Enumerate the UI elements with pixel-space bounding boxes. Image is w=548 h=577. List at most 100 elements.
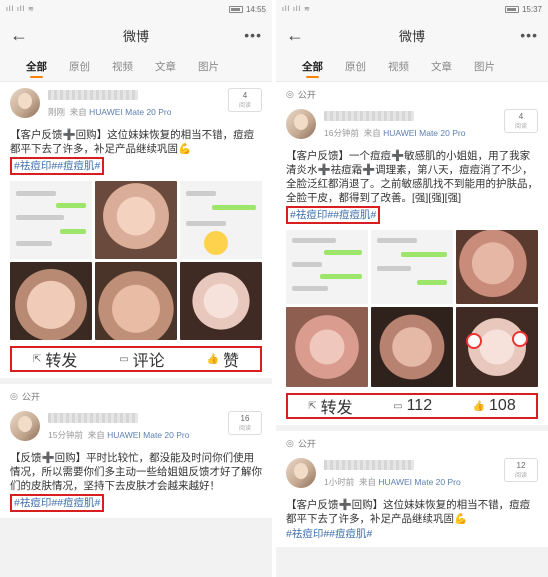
repost-button[interactable]: ⇱ 转发 <box>308 394 352 418</box>
filter-tabs: 全部 原创 视频 文章 图片 <box>276 52 548 82</box>
read-label: 阅读 <box>514 124 527 130</box>
clock: 14:55 <box>245 4 266 14</box>
post-text: 【客户反馈➕回购】这位妹妹恢复的相当不错，痘痘都平下去了许多，补足产品继续巩固💪 <box>286 499 531 525</box>
tab-original[interactable]: 原创 <box>345 52 366 82</box>
source-prefix: 来自 <box>358 477 376 487</box>
hashtag-highlighted[interactable]: #祛痘印##痘痘肌# <box>286 206 381 224</box>
source-device: HUAWEI Mate 20 Pro <box>89 107 172 117</box>
post-time-source: 刚刚 来自 HUAWEI Mate 20 Pro <box>48 106 228 118</box>
read-count-badge: 4 阅读 <box>228 88 262 112</box>
actions-row: ⇱ 转发 ▭ 评论 👍 赞 <box>10 346 262 372</box>
status-bar: ıll ıll ≋ 14:55 <box>0 0 272 18</box>
comment-button[interactable]: ▭ 112 <box>393 397 432 415</box>
tab-all[interactable]: 全部 <box>302 52 323 82</box>
post-text: 【客户反馈】一个痘痘➕敏感肌的小姐姐，用了我家清炎水➕祛痘霜➕调理素，第八天，痘… <box>286 150 538 204</box>
read-label: 阅读 <box>238 103 251 109</box>
globe-icon: ◎ <box>10 391 18 401</box>
post-card: 15分钟前 来自 HUAWEI Mate 20 Pro 16 阅读 【反馈➕回购… <box>0 403 272 518</box>
username-blurred[interactable] <box>48 90 138 100</box>
post-card: 16分钟前 来自 HUAWEI Mate 20 Pro 4 阅读 【客户反馈】一… <box>276 101 548 425</box>
read-count: 16 <box>240 414 250 423</box>
post-header: 16分钟前 来自 HUAWEI Mate 20 Pro 4 阅读 <box>286 109 538 145</box>
read-label: 阅读 <box>238 426 251 432</box>
tab-image[interactable]: 图片 <box>198 52 219 82</box>
tab-all[interactable]: 全部 <box>26 52 47 82</box>
actions-highlight: ⇱ 转发 ▭ 评论 👍 赞 <box>10 346 262 372</box>
back-arrow-icon[interactable]: ← <box>10 25 32 46</box>
hashtag-highlighted[interactable]: #祛痘印##痘痘肌# <box>10 157 105 175</box>
like-button[interactable]: 👍 赞 <box>207 347 239 371</box>
username-blurred[interactable] <box>48 413 138 423</box>
globe-icon: ◎ <box>286 89 294 99</box>
more-icon[interactable]: ••• <box>240 27 262 43</box>
comment-icon: ▭ <box>393 400 403 412</box>
post-card: 1小时前 来自 HUAWEI Mate 20 Pro 12 阅读 【客户反馈➕回… <box>276 450 548 547</box>
face-photo-image[interactable] <box>456 230 538 304</box>
read-count: 12 <box>516 461 526 470</box>
post-header: 15分钟前 来自 HUAWEI Mate 20 Pro 16 阅读 <box>10 411 262 447</box>
avatar[interactable] <box>10 88 40 118</box>
visibility-label: ◎ 公开 <box>0 384 272 403</box>
chat-screenshot-image[interactable] <box>180 181 262 259</box>
tab-original[interactable]: 原创 <box>69 52 90 82</box>
username-blurred[interactable] <box>324 111 414 121</box>
page-title: 微博 <box>122 28 149 44</box>
avatar[interactable] <box>286 458 316 488</box>
hashtag-highlighted[interactable]: #祛痘印##痘痘肌# <box>10 494 105 512</box>
avatar[interactable] <box>10 411 40 441</box>
image-grid <box>286 230 538 387</box>
phone-screen-right: ıll ıll ≋ 15:37 ← 微博 ••• 全部 原创 视频 文章 图片 … <box>276 0 548 577</box>
actions-row: ⇱ 转发 ▭ 112 👍 108 <box>286 393 538 419</box>
source-device: HUAWEI Mate 20 Pro <box>383 128 466 138</box>
tab-image[interactable]: 图片 <box>474 52 495 82</box>
post-meta: 1小时前 来自 HUAWEI Mate 20 Pro <box>324 458 504 488</box>
read-count: 4 <box>518 112 524 121</box>
post-header: 刚刚 来自 HUAWEI Mate 20 Pro 4 阅读 <box>10 88 262 124</box>
tab-article[interactable]: 文章 <box>431 52 452 82</box>
tab-article[interactable]: 文章 <box>155 52 176 82</box>
hashtag[interactable]: #祛痘印##痘痘肌# <box>286 528 372 540</box>
chat-screenshot-image[interactable] <box>371 230 453 304</box>
source-prefix: 来自 <box>87 430 105 440</box>
status-bar: ıll ıll ≋ 15:37 <box>276 0 548 18</box>
post-time-source: 1小时前 来自 HUAWEI Mate 20 Pro <box>324 476 504 488</box>
more-icon[interactable]: ••• <box>516 27 538 43</box>
image-grid <box>10 181 262 340</box>
screenshot-collage: ıll ıll ≋ 14:55 ← 微博 ••• 全部 原创 视频 文章 图片 <box>0 0 548 577</box>
clock: 15:37 <box>521 4 542 14</box>
post-card: 刚刚 来自 HUAWEI Mate 20 Pro 4 阅读 【客户反馈➕回购】这… <box>0 82 272 378</box>
back-arrow-icon[interactable]: ← <box>286 25 308 46</box>
post-meta: 刚刚 来自 HUAWEI Mate 20 Pro <box>48 88 228 118</box>
battery-icon <box>228 5 243 13</box>
post-meta: 16分钟前 来自 HUAWEI Mate 20 Pro <box>324 109 504 139</box>
visibility-label: ◎ 公开 <box>276 82 548 101</box>
post-time: 15分钟前 <box>48 430 83 440</box>
face-photo-image[interactable] <box>371 307 453 387</box>
avatar[interactable] <box>286 109 316 139</box>
chat-screenshot-image[interactable] <box>286 230 368 304</box>
nav-bar: ← 微博 ••• <box>276 18 548 52</box>
repost-button[interactable]: ⇱ 转发 <box>33 347 77 371</box>
nav-bar: ← 微博 ••• <box>0 18 272 52</box>
tab-video[interactable]: 视频 <box>112 52 133 82</box>
post-header: 1小时前 来自 HUAWEI Mate 20 Pro 12 阅读 <box>286 458 538 494</box>
actions-highlight: ⇱ 转发 ▭ 112 👍 108 <box>286 393 538 419</box>
face-mask-photo-image[interactable] <box>286 307 368 387</box>
source-prefix: 来自 <box>363 128 381 138</box>
read-count-badge: 12 阅读 <box>504 458 538 482</box>
tab-video[interactable]: 视频 <box>388 52 409 82</box>
comment-button[interactable]: ▭ 评论 <box>119 347 164 371</box>
source-device: HUAWEI Mate 20 Pro <box>107 430 190 440</box>
page-title: 微博 <box>398 28 425 44</box>
repost-icon: ⇱ <box>308 400 317 412</box>
username-blurred[interactable] <box>324 460 414 470</box>
chat-screenshot-image[interactable] <box>10 181 92 259</box>
like-button[interactable]: 👍 108 <box>473 397 516 415</box>
face-photo-image[interactable] <box>95 262 177 340</box>
source-device: HUAWEI Mate 20 Pro <box>378 477 461 487</box>
face-photo-image[interactable] <box>456 307 538 387</box>
face-photo-image[interactable] <box>95 181 177 259</box>
face-photo-image[interactable] <box>180 262 262 340</box>
read-label: 阅读 <box>514 473 527 479</box>
face-photo-image[interactable] <box>10 262 92 340</box>
